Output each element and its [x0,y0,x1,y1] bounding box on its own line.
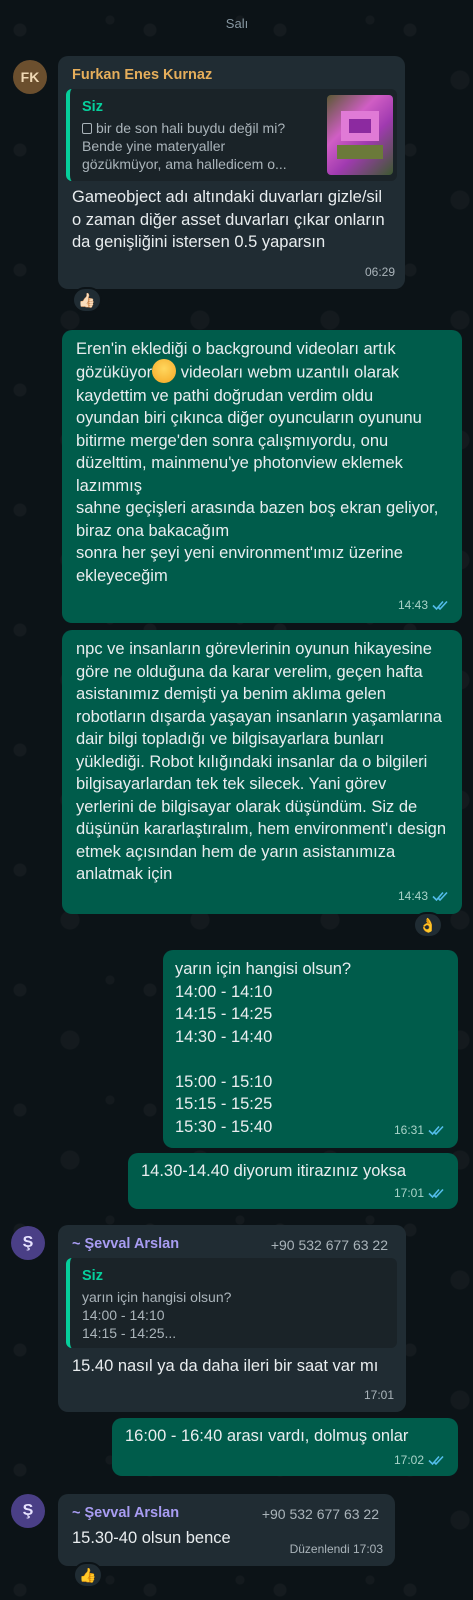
document-icon [82,123,92,134]
message-text: 14.30-14.40 diyorum itirazınız yoksa [141,1162,407,1180]
message-time: 14:43 [398,594,450,617]
message-bubble[interactable]: ~ Şevval Arslan +90 532 677 63 22 15.30-… [58,1494,395,1566]
message-text: yarın için hangisi olsun? 14:00 - 14:10 … [175,960,352,1136]
message-text: npc ve insanların görevlerinin oyunun hi… [76,640,447,883]
message-bubble[interactable]: ~ Şevval Arslan +90 532 677 63 22 Siz ya… [58,1225,406,1412]
quote-text: bir de son hali buydu değil mi? Bende yi… [82,120,287,172]
quote-text: yarın için hangisi olsun? 14:00 - 14:10 … [82,1289,232,1341]
read-ticks-icon [432,600,448,610]
message-text: 16:00 - 16:40 arası vardı, dolmuş onlar [125,1427,409,1445]
sender-phone: +90 532 677 63 22 [261,1506,379,1522]
quote-author: Siz [82,1268,103,1284]
avatar[interactable]: Ş [11,1226,45,1260]
reaction-badge[interactable]: 👌 [413,912,443,938]
message-bubble[interactable]: Furkan Enes Kurnaz Siz bir de son hali b… [58,56,405,289]
read-ticks-icon [428,1455,444,1465]
message-bubble[interactable]: npc ve insanların görevlerinin oyunun hi… [62,630,462,914]
message-bubble[interactable]: 16:00 - 16:40 arası vardı, dolmuş onlar … [112,1418,458,1476]
date-separator: Salı [225,16,249,31]
grinning-emoji-icon [152,358,177,383]
sender-name[interactable]: ~ Şevval Arslan [72,1233,179,1256]
message-time: 17:01 [394,1182,446,1205]
media-thumbnail[interactable] [327,95,393,175]
message-bubble[interactable]: Eren'in eklediği o background videoları … [62,330,462,623]
message-time: 17:02 [394,1449,446,1472]
sender-name[interactable]: ~ Şevval Arslan [72,1502,179,1525]
message-time: 06:29 [364,264,395,279]
message-time: 17:01 [363,1387,394,1402]
message-text: 15.40 nasıl ya da daha ileri bir saat va… [72,1357,379,1375]
sender-phone: +90 532 677 63 22 [270,1237,388,1253]
avatar[interactable]: Ş [11,1494,45,1528]
quoted-message[interactable]: Siz yarın için hangisi olsun? 14:00 - 14… [66,1258,397,1348]
reaction-badge[interactable]: 👍 [73,1562,103,1588]
message-text: Eren'in eklediği o background videoları … [76,340,439,585]
message-bubble[interactable]: yarın için hangisi olsun? 14:00 - 14:10 … [163,950,458,1148]
reaction-badge[interactable]: 👍🏻 [72,287,102,313]
message-time: 16:31 [394,1119,446,1142]
message-text: 15.30-40 olsun bence [72,1529,231,1547]
message-time: 14:43 [398,885,450,908]
message-text: Gameobject adı altındaki duvarları gizle… [72,188,385,251]
edited-time: Düzenlendi 17:03 [289,1541,383,1556]
avatar[interactable]: FK [13,60,47,94]
quote-author: Siz [82,99,103,115]
read-ticks-icon [432,891,448,901]
read-ticks-icon [428,1125,444,1135]
read-ticks-icon [428,1188,444,1198]
quoted-message[interactable]: Siz bir de son hali buydu değil mi? Bend… [66,89,397,181]
message-bubble[interactable]: 14.30-14.40 diyorum itirazınız yoksa 17:… [128,1153,458,1209]
sender-name[interactable]: Furkan Enes Kurnaz [72,64,212,87]
